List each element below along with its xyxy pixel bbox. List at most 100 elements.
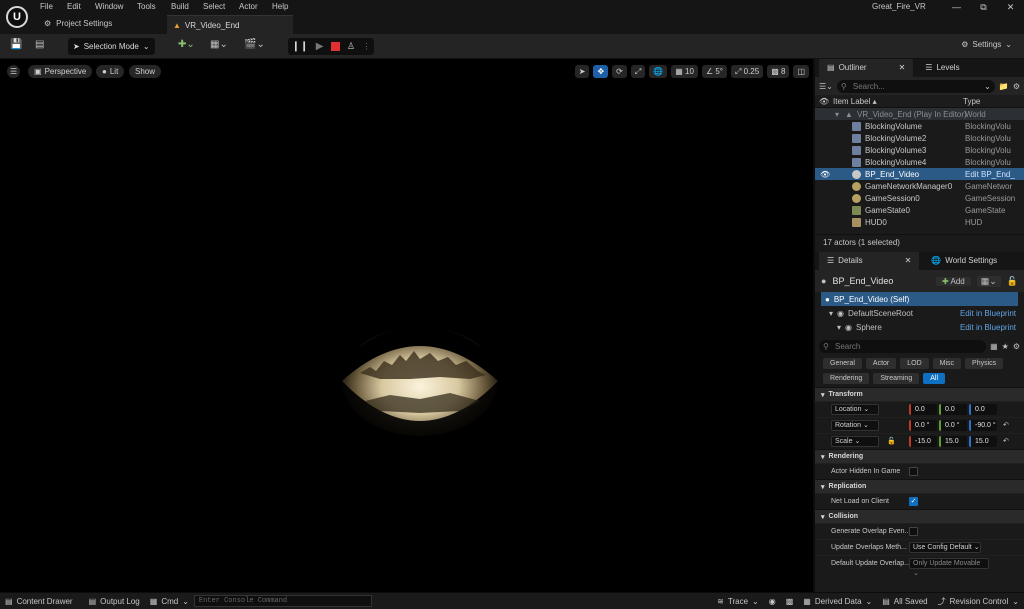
grid-snap-button[interactable]: ▦ 10	[671, 65, 698, 78]
list-item[interactable]: GameNetworkManager0 GameNetwor	[815, 180, 1024, 192]
category-rendering[interactable]: Rendering	[823, 372, 870, 384]
scale-y-field[interactable]: 15.0	[939, 436, 967, 447]
add-folder-icon[interactable]: 📁	[999, 82, 1009, 91]
visibility-icon[interactable]: 👁	[819, 97, 833, 106]
add-component-button[interactable]: ✚ Add	[936, 276, 971, 286]
reset-arrow-icon[interactable]: ↶	[1003, 437, 1009, 445]
save-icon[interactable]: 💾	[10, 39, 22, 50]
location-y-field[interactable]: 0.0	[939, 404, 967, 415]
list-item[interactable]: GameState0 GameState	[815, 204, 1024, 216]
category-misc[interactable]: Misc	[932, 358, 962, 369]
trace-button[interactable]: ≋ Trace ⌄	[712, 597, 764, 606]
close-icon[interactable]: ✕	[899, 59, 906, 77]
category-lod[interactable]: LOD	[900, 358, 929, 369]
section-replication[interactable]: ▾ Replication	[815, 479, 1024, 493]
output-log-button[interactable]: ▤ Output Log	[84, 597, 145, 606]
viewport-menu-icon[interactable]: ☰	[7, 65, 21, 78]
more-icon[interactable]: ⋮	[362, 42, 370, 51]
rotation-y-field[interactable]: 0.0 °	[939, 420, 967, 431]
menu-build[interactable]: Build	[171, 2, 189, 11]
edit-in-blueprint-link[interactable]: Edit in Blueprint	[960, 309, 1016, 318]
component-row-self[interactable]: ● BP_End_Video (Self)	[821, 292, 1018, 306]
rotation-z-field[interactable]: -90.0 °	[969, 420, 997, 431]
details-search-input[interactable]: ⚲ Search	[819, 339, 987, 353]
list-item[interactable]: GameSession0 GameSession	[815, 192, 1024, 204]
restore-icon[interactable]: ⧉	[970, 0, 997, 14]
component-row[interactable]: ▾ ◉ Sphere Edit in Blueprint	[821, 320, 1018, 334]
record-icon[interactable]: ◉	[764, 597, 781, 606]
camera-icon[interactable]: ▩	[781, 597, 799, 606]
close-icon[interactable]: ✕	[905, 252, 912, 270]
derived-data-button[interactable]: ▦ Derived Data ⌄	[798, 597, 877, 606]
blueprint-options-icon[interactable]: ▦⌄	[976, 275, 1001, 287]
location-dropdown[interactable]: Location ⌄	[831, 404, 879, 415]
menu-window[interactable]: Window	[95, 2, 123, 11]
blueprint-icon[interactable]: ▦⌄	[210, 39, 228, 50]
unreal-logo-icon[interactable]: U	[6, 6, 28, 28]
list-item[interactable]: BlockingVolume4 BlockingVolu	[815, 156, 1024, 168]
perspective-button[interactable]: ▣ Perspective	[28, 65, 93, 78]
category-general[interactable]: General	[823, 358, 862, 369]
stop-icon[interactable]	[330, 42, 340, 51]
star-icon[interactable]: ★	[1002, 342, 1009, 351]
category-actor[interactable]: Actor	[865, 358, 897, 369]
filter-icon[interactable]: ☰⌄	[819, 82, 833, 91]
actor-hidden-checkbox[interactable]	[909, 467, 918, 476]
scale-snap-button[interactable]: ⤢ 0.25	[731, 65, 764, 78]
rotation-x-field[interactable]: 0.0 °	[909, 420, 937, 431]
gear-icon[interactable]: ⚙	[1013, 82, 1020, 91]
selection-mode-dropdown[interactable]: ➤ Selection Mode ⌄	[68, 38, 155, 55]
console-input[interactable]: Enter Console Command	[193, 595, 372, 607]
gear-icon[interactable]: ⚙	[1013, 342, 1020, 351]
menu-file[interactable]: File	[40, 2, 53, 11]
net-load-checkbox[interactable]: ✓	[909, 497, 918, 506]
menu-actor[interactable]: Actor	[239, 2, 258, 11]
eye-icon[interactable]: 👁	[820, 170, 830, 179]
tab-levels[interactable]: ☰ Levels	[917, 59, 967, 77]
lock-icon[interactable]: 🔓	[1007, 276, 1018, 287]
list-item[interactable]: BlockingVolume BlockingVolu	[815, 120, 1024, 132]
rotate-tool-icon[interactable]: ⟳	[612, 65, 627, 78]
close-icon[interactable]: ✕	[997, 0, 1024, 14]
column-item-label[interactable]: Item Label ▴	[833, 97, 963, 106]
revision-control-button[interactable]: ⤴ Revision Control ⌄	[933, 596, 1024, 607]
step-icon[interactable]: ▶	[316, 41, 324, 52]
tab-project-settings[interactable]: ⚙ Project Settings	[44, 19, 112, 28]
tab-outliner[interactable]: ▤ Outliner ✕	[819, 59, 914, 77]
component-row[interactable]: ▾ ◉ DefaultSceneRoot Edit in Blueprint	[821, 306, 1018, 320]
tab-world-settings[interactable]: 🌐 World Settings	[923, 252, 1005, 270]
section-rendering[interactable]: ▾ Rendering	[815, 449, 1024, 463]
select-tool-icon[interactable]: ➤	[574, 65, 590, 78]
list-item[interactable]: BlockingVolume3 BlockingVolu	[815, 144, 1024, 156]
lit-button[interactable]: ● Lit	[96, 65, 125, 78]
column-type[interactable]: Type	[963, 97, 980, 106]
table-view-icon[interactable]: ▦	[990, 342, 998, 351]
lock-icon[interactable]: 🔓	[887, 437, 896, 445]
edit-in-blueprint-link[interactable]: Edit in Blueprint	[960, 323, 1016, 332]
content-drawer-button[interactable]: ▤ Content Drawer	[0, 597, 78, 606]
outliner-search-input[interactable]: ⚲ Search... ⌄	[836, 79, 995, 93]
menu-tools[interactable]: Tools	[137, 2, 156, 11]
edit-blueprint-link[interactable]: Edit BP_End_	[965, 170, 1019, 179]
menu-select[interactable]: Select	[203, 2, 225, 11]
eject-icon[interactable]: ♙	[347, 41, 355, 52]
outliner-world-row[interactable]: ▾ ▲ VR_Video_End (Play In Editor) World	[815, 108, 1024, 120]
scale-x-field[interactable]: -15.0	[909, 436, 937, 447]
update-overlap-dropdown[interactable]: Use Config Default ⌄	[909, 542, 981, 553]
cmd-button[interactable]: ▦ Cmd ⌄	[145, 597, 194, 606]
cinematics-icon[interactable]: 🎬⌄	[244, 39, 265, 50]
list-item[interactable]: HUD0 HUD	[815, 216, 1024, 228]
category-all[interactable]: All	[923, 372, 945, 384]
scale-dropdown[interactable]: Scale ⌄	[831, 436, 879, 447]
location-x-field[interactable]: 0.0	[909, 404, 937, 415]
menu-edit[interactable]: Edit	[67, 2, 81, 11]
tab-level[interactable]: ▲ VR_Video_End	[167, 15, 293, 34]
category-physics[interactable]: Physics	[965, 358, 1004, 369]
add-actor-icon[interactable]: ✚⌄	[178, 39, 195, 50]
show-button[interactable]: Show	[129, 65, 162, 78]
world-space-icon[interactable]: 🌐	[649, 65, 668, 78]
minimize-icon[interactable]: —	[943, 0, 970, 14]
scale-tool-icon[interactable]: ⤢	[630, 65, 646, 78]
tab-details[interactable]: ☰ Details ✕	[819, 252, 920, 270]
section-transform[interactable]: ▾ Transform	[815, 387, 1024, 401]
